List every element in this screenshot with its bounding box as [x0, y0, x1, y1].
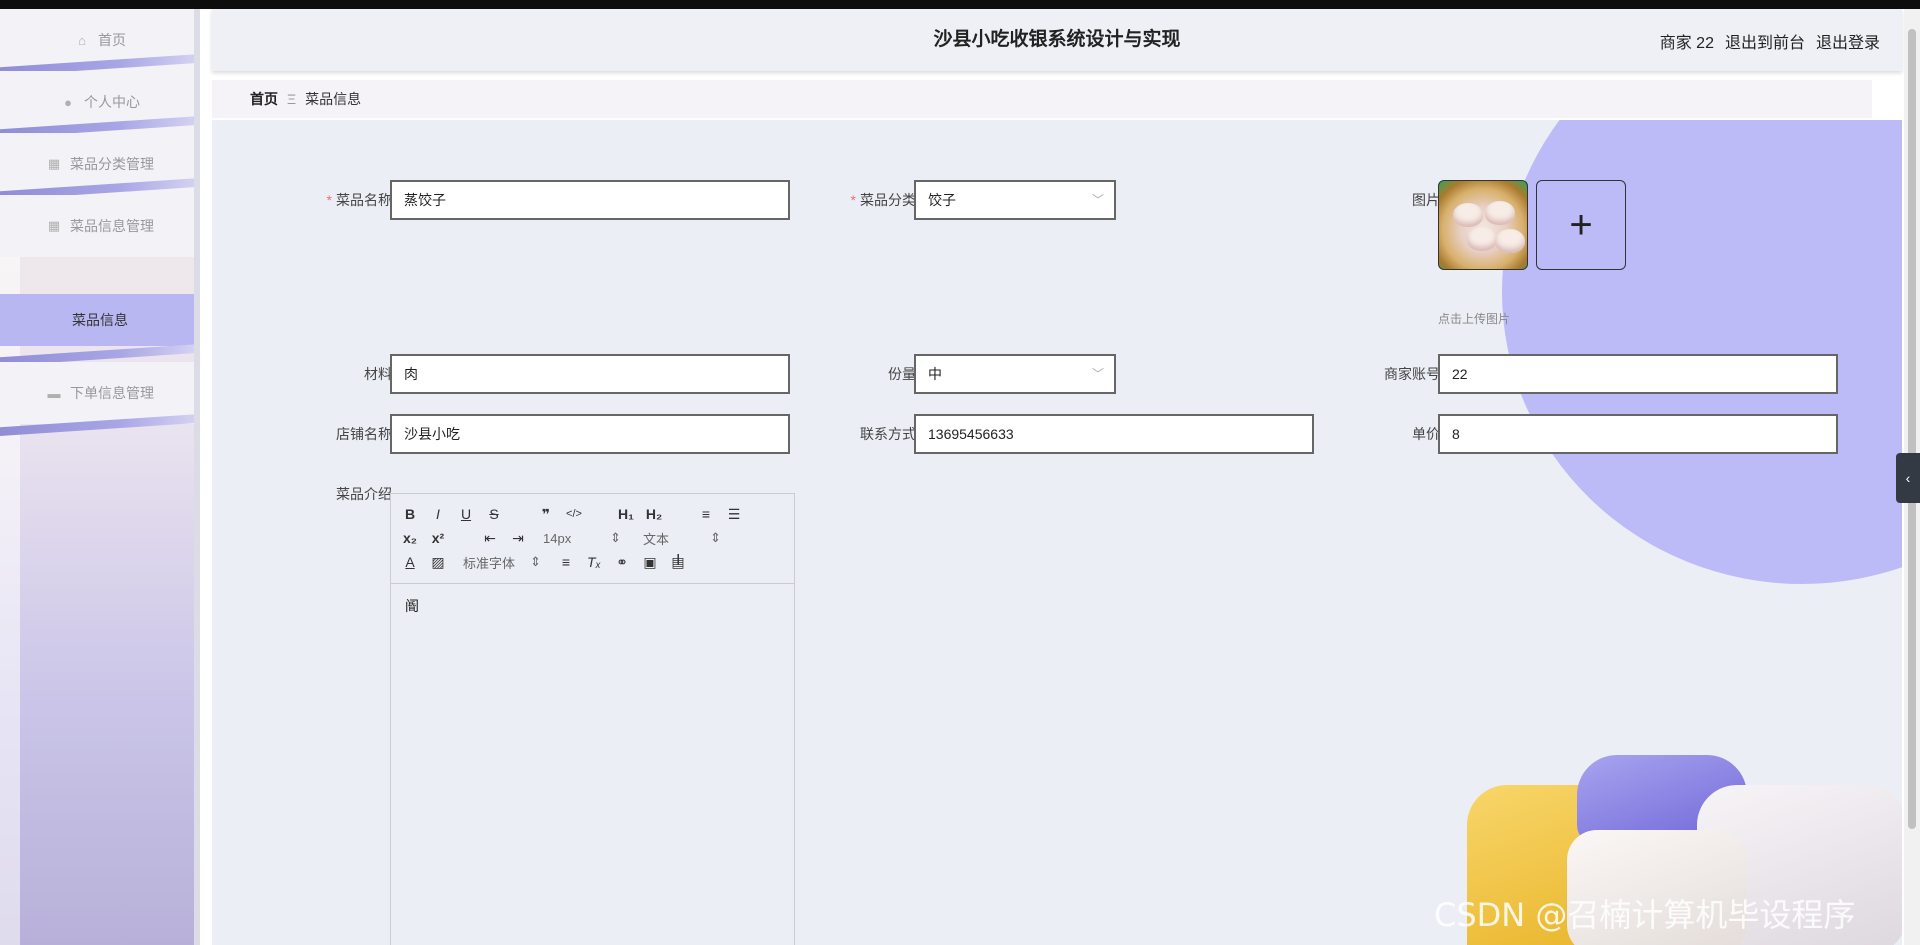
sidebar-item-dish-manage[interactable]: ▦ 菜品信息管理 [0, 195, 200, 257]
logout-link[interactable]: 退出登录 [1816, 29, 1880, 53]
upload-plus-button[interactable]: + [1536, 180, 1626, 270]
ordered-list-icon[interactable]: ≡ [697, 504, 715, 524]
unit-price-input[interactable]: 8 [1438, 414, 1838, 454]
italic-icon[interactable]: I [429, 504, 447, 524]
header-select[interactable]: 文本 ⇕ [637, 529, 727, 548]
breadcrumb-separator: Ξ [287, 91, 297, 107]
current-user: 商家 22 [1659, 35, 1714, 52]
sidebar-edge [194, 9, 200, 945]
font-color-icon[interactable]: A [401, 552, 419, 572]
merchant-account-input[interactable]: 22 [1438, 354, 1838, 394]
home-icon: ⌂ [78, 32, 86, 48]
link-icon[interactable]: ⚭ [613, 552, 631, 572]
shop-name-input[interactable]: 沙县小吃 [390, 414, 790, 454]
window-top-bar [0, 0, 1920, 9]
breadcrumb-current: 菜品信息 [305, 91, 362, 107]
portion-select[interactable]: 中 ﹀ [914, 354, 1116, 394]
sidebar-item-label: 下单信息管理 [70, 385, 154, 401]
breadcrumb-home[interactable]: 首页 [250, 89, 278, 109]
font-family-select[interactable]: 标准字体 ⇕ [457, 553, 547, 572]
scrollbar-thumb[interactable] [1908, 29, 1916, 829]
material-label: 材料 [364, 366, 392, 382]
intro-label: 菜品介绍 [336, 486, 392, 502]
upload-tip: 点击上传图片 [1438, 312, 1511, 326]
chevron-down-icon: ﹀ [1091, 367, 1104, 381]
grid-icon: ▦ [47, 156, 61, 171]
sidebar-item-label: 首页 [98, 32, 126, 48]
uploaded-image-thumbnail[interactable] [1438, 180, 1528, 270]
align-icon[interactable]: ≡ [557, 552, 575, 572]
contact-input[interactable]: 13695456633 [914, 414, 1314, 454]
watermark: CSDN @召楠计算机毕设程序 [1434, 896, 1856, 934]
dish-name-input[interactable]: 蒸饺子 [390, 180, 790, 220]
editor-content[interactable]: 阍 [391, 584, 794, 628]
h1-icon[interactable]: H₁ [617, 504, 635, 524]
sidebar-item-order-manage[interactable]: ▬ 下单信息管理 [0, 362, 200, 424]
merchant-account-label: 商家账号 [1384, 366, 1440, 382]
chevron-down-icon: ﹀ [1091, 193, 1104, 207]
strike-icon[interactable]: S [485, 504, 503, 524]
chevron-left-icon: ‹ [1905, 470, 1911, 486]
clear-format-icon[interactable]: Tₓ [585, 552, 603, 572]
collapse-handle[interactable]: ‹ [1896, 453, 1920, 503]
outdent-icon[interactable]: ⇤ [481, 528, 499, 548]
back-to-front-link[interactable]: 退出到前台 [1725, 29, 1805, 53]
sidebar-item-label: 菜品信息 [72, 312, 128, 328]
superscript-icon[interactable]: x² [429, 528, 447, 548]
blockquote-icon[interactable]: ❞ [537, 504, 555, 524]
bold-icon[interactable]: B [401, 504, 419, 524]
sidebar-item-dish-info[interactable]: 菜品信息 [0, 294, 200, 346]
background-color-icon[interactable]: ▨ [429, 552, 447, 572]
sidebar-item-label: 个人中心 [84, 94, 140, 110]
breadcrumb: 首页 Ξ 菜品信息 [212, 80, 1872, 118]
chat-icon: ▬ [47, 385, 61, 401]
sidebar: ⌂ 首页 ● 个人中心 ▦ 菜品分类管理 ▦ 菜品信息管理 菜品信息 ▬ 下单信… [0, 9, 200, 945]
material-input[interactable]: 肉 [390, 354, 790, 394]
sidebar-item-label: 菜品信息管理 [70, 218, 154, 234]
rich-text-editor: B I U S ❞ </> H₁ H₂ ≡ ☰ x₂ x² ⇤ ⇥ 14px ⇕… [390, 493, 795, 945]
sidebar-item-label: 菜品分类管理 [70, 156, 154, 172]
indent-icon[interactable]: ⇥ [509, 528, 527, 548]
editor-toolbar: B I U S ❞ </> H₁ H₂ ≡ ☰ x₂ x² ⇤ ⇥ 14px ⇕… [391, 494, 794, 584]
underline-icon[interactable]: U [457, 504, 475, 524]
bullet-list-icon[interactable]: ☰ [725, 504, 743, 524]
subscript-icon[interactable]: x₂ [401, 528, 419, 548]
category-label: * 菜品分类 [850, 192, 916, 208]
header-actions: 商家 22 退出到前台 退出登录 [1660, 29, 1880, 53]
text-cursor-icon: I [676, 552, 681, 569]
main-content: * 菜品名称 蒸饺子 * 菜品分类 饺子 ﹀ 图片 + 点击上传图片 材料 肉 份量 … [212, 120, 1902, 945]
image-label: 图片 [1412, 192, 1440, 208]
h2-icon[interactable]: H₂ [645, 504, 663, 524]
shop-name-label: 店铺名称 [336, 426, 392, 442]
portion-label: 份量 [888, 366, 916, 382]
user-icon: ● [64, 94, 72, 110]
header: 沙县小吃收银系统设计与实现 商家 22 退出到前台 退出登录 [212, 9, 1902, 71]
image-icon[interactable]: ▣ [641, 552, 659, 572]
unit-price-label: 单价 [1412, 426, 1440, 442]
category-select[interactable]: 饺子 ﹀ [914, 180, 1116, 220]
font-size-select[interactable]: 14px ⇕ [537, 530, 627, 546]
plus-icon: + [1569, 202, 1593, 247]
dish-name-label: * 菜品名称 [326, 192, 392, 208]
grid-icon: ▦ [47, 218, 61, 233]
code-icon[interactable]: </> [565, 504, 583, 524]
page-title: 沙县小吃收银系统设计与实现 [933, 29, 1181, 50]
contact-label: 联系方式 [860, 426, 916, 442]
